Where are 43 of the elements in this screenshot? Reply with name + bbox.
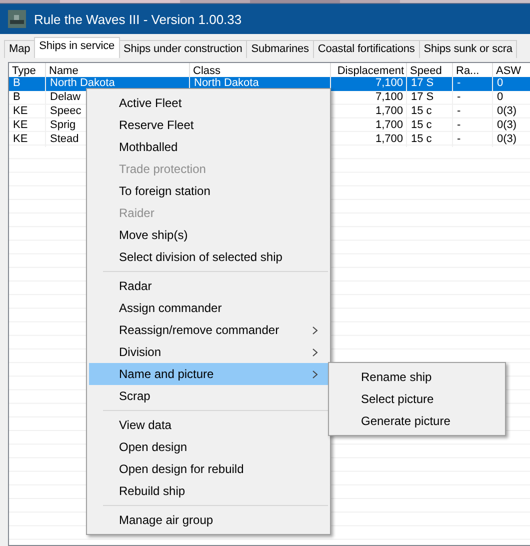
table-cell: 0 [493, 91, 530, 105]
table-cell: 17 S [407, 77, 453, 91]
table-cell: KE [9, 105, 46, 119]
menu-item[interactable]: Select picture [331, 388, 503, 410]
menu-item[interactable]: Open design [89, 436, 328, 458]
menu-item[interactable]: Scrap [89, 385, 328, 407]
menu-item[interactable]: Name and picture [89, 363, 328, 385]
tab[interactable]: Map [4, 40, 36, 58]
menu-item[interactable]: Open design for rebuild [89, 458, 328, 480]
table-cell: - [453, 77, 493, 91]
table-cell: KE [9, 133, 46, 147]
tab[interactable]: Ships in service [34, 37, 120, 58]
table-cell: B [9, 91, 46, 105]
menu-item[interactable]: Select division of selected ship [89, 246, 328, 268]
table-cell: 0 [493, 77, 530, 91]
menu-item[interactable]: Assign commander [89, 297, 328, 319]
menu-item[interactable]: Rename ship [331, 366, 503, 388]
table-cell: KE [9, 119, 46, 133]
table-cell: 7,100 [331, 77, 407, 91]
window-title: Rule the Waves III - Version 1.00.33 [34, 12, 242, 26]
table-cell: 0(3) [493, 105, 530, 119]
menu-item[interactable]: Manage air group [89, 509, 328, 531]
table-cell: 15 c [407, 105, 453, 119]
menu-item[interactable]: Rebuild ship [89, 480, 328, 502]
table-cell: 0(3) [493, 119, 530, 133]
menu-item[interactable]: Division [89, 341, 328, 363]
tab[interactable]: Ships sunk or scra [418, 40, 518, 58]
menu-item[interactable]: To foreign station [89, 180, 328, 202]
table-cell: 15 c [407, 133, 453, 147]
menu-item[interactable]: Radar [89, 275, 328, 297]
table-cell: - [453, 91, 493, 105]
table-cell: - [453, 119, 493, 133]
menu-item[interactable]: View data [89, 414, 328, 436]
table-cell: - [453, 133, 493, 147]
table-cell: 0(3) [493, 133, 530, 147]
menu-item[interactable]: Reassign/remove commander [89, 319, 328, 341]
table-cell: - [453, 105, 493, 119]
table-cell: B [9, 77, 46, 91]
menu-item[interactable]: Move ship(s) [89, 224, 328, 246]
table-cell: 15 c [407, 119, 453, 133]
ship-icon [8, 10, 26, 28]
menu-item[interactable]: Generate picture [331, 410, 503, 432]
table-cell: 17 S [407, 91, 453, 105]
